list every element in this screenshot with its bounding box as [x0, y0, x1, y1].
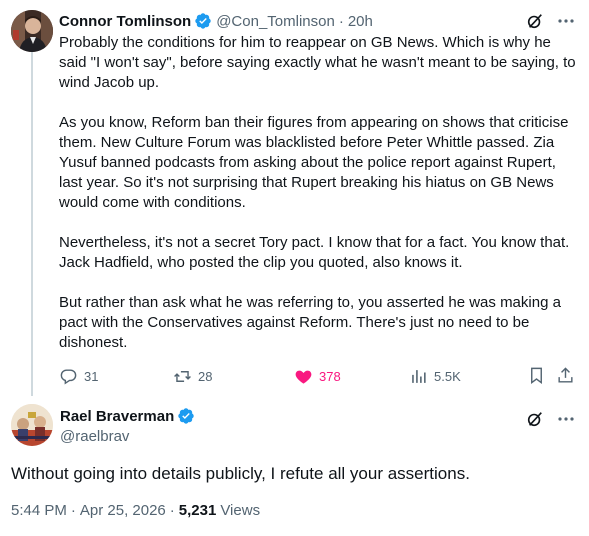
- grok-icon[interactable]: [526, 12, 544, 30]
- post-date[interactable]: Apr 25, 2026: [80, 502, 166, 519]
- views-icon: [412, 369, 426, 383]
- reply-icon: [60, 368, 77, 385]
- views-label: Views: [220, 502, 261, 519]
- bookmark-button[interactable]: [527, 366, 546, 385]
- avatar-connor-tomlinson[interactable]: [11, 10, 53, 52]
- grok-icon[interactable]: [526, 410, 544, 428]
- views-count: 5.5K: [434, 368, 461, 384]
- views-button[interactable]: 5.5K: [409, 366, 461, 386]
- separator-dot: ·: [70, 502, 76, 519]
- more-icon[interactable]: [556, 409, 576, 429]
- main-post-header: Rael Braverman: [60, 407, 195, 425]
- verified-badge-icon[interactable]: [194, 12, 212, 30]
- post-time[interactable]: 20h: [348, 13, 373, 30]
- reply-text: Probably the conditions for him to reapp…: [59, 33, 579, 353]
- reply-tweet[interactable]: Connor Tomlinson @Con_Tomlinson · 20h Pr…: [0, 0, 589, 396]
- reply-button[interactable]: 31: [59, 366, 98, 386]
- like-count: 378: [319, 368, 341, 384]
- reply-paragraph: As you know, Reform ban their figures fr…: [59, 114, 569, 211]
- reply-paragraph: Probably the conditions for him to reapp…: [59, 34, 576, 91]
- reply-paragraph: But rather than ask what he was referrin…: [59, 294, 561, 351]
- reply-paragraph: Nevertheless, it's not a secret Tory pac…: [59, 234, 570, 271]
- reply-count: 31: [84, 368, 99, 384]
- verified-badge-icon[interactable]: [177, 407, 195, 425]
- author-name[interactable]: Rael Braverman: [60, 408, 174, 425]
- separator-dot: ·: [169, 502, 175, 519]
- repost-button[interactable]: 28: [173, 366, 212, 386]
- avatar-image: [11, 10, 53, 52]
- like-filled-icon: [295, 370, 312, 384]
- repost-count: 28: [198, 368, 213, 384]
- views-count[interactable]: 5,231: [179, 502, 217, 519]
- avatar-rael-braverman[interactable]: [11, 404, 53, 446]
- main-post-text: Without going into details publicly, I r…: [11, 464, 470, 483]
- author-handle[interactable]: @raelbrav: [60, 428, 129, 445]
- share-button[interactable]: [556, 366, 575, 385]
- reply-actions-bar: 31 28 378 5.5K: [59, 366, 581, 386]
- reply-header: Connor Tomlinson @Con_Tomlinson · 20h: [59, 11, 373, 31]
- author-handle[interactable]: @Con_Tomlinson: [216, 13, 335, 30]
- like-button[interactable]: 378: [294, 366, 341, 386]
- separator-dot: ·: [338, 12, 344, 30]
- more-icon[interactable]: [556, 11, 576, 31]
- post-time[interactable]: 5:44 PM: [11, 502, 67, 519]
- author-name[interactable]: Connor Tomlinson: [59, 13, 191, 30]
- share-icon: [558, 367, 573, 383]
- post-meta: 5:44 PM · Apr 25, 2026 · 5,231 Views: [11, 502, 260, 519]
- bookmark-icon: [531, 367, 542, 385]
- repost-icon: [174, 370, 191, 382]
- thread-connector-line: [31, 52, 33, 396]
- avatar-image: [11, 404, 53, 446]
